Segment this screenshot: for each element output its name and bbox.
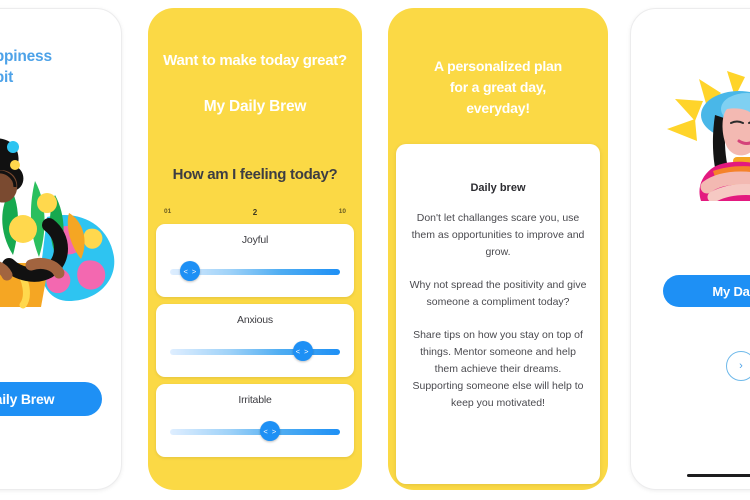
home-indicator <box>687 473 750 477</box>
app-screenshot-panel-home: My Daily › <box>630 8 750 490</box>
mood-slider-irritable[interactable]: < > <box>170 421 340 442</box>
panel2-title: Want to make today great? <box>163 52 347 69</box>
daily-brew-paragraph: Don't let challanges scare you, use them… <box>411 212 585 258</box>
slider-track[interactable] <box>170 429 340 435</box>
mood-slider-anxious[interactable]: < > <box>170 341 340 362</box>
panel3-heading-line1: A personalized plan <box>434 58 562 74</box>
mood-scale-labels: 01 2 10 <box>162 208 348 222</box>
mood-card-joyful: Joyful < > <box>156 224 354 297</box>
slider-thumb[interactable]: < > <box>292 341 313 361</box>
mood-label: Joyful <box>241 234 269 246</box>
panel1-heading-line1: happiness <box>0 48 52 65</box>
scale-max-label: 10 <box>338 208 346 215</box>
my-daily-brew-button[interactable]: aily Brew <box>0 382 102 416</box>
panel1-heading-line2: habit <box>0 68 14 86</box>
chevron-right-icon[interactable]: › <box>726 351 750 381</box>
woman-crossed-arms-sun-rays-illustration <box>661 71 750 203</box>
app-screenshot-panel-daily-plan: A personalized plan for a great day, eve… <box>388 8 608 490</box>
daily-brew-paragraph: Why not spread the positivity and give s… <box>409 279 587 308</box>
my-daily-brew-button[interactable]: My Daily <box>663 275 750 307</box>
mood-question: How am I feeling today? <box>172 166 338 183</box>
scale-min-label: 01 <box>164 208 172 215</box>
panel3-heading-line3: everyday! <box>466 100 530 116</box>
slider-thumb[interactable]: < > <box>260 421 281 441</box>
panel3-heading-line2: for a great day, <box>449 79 547 95</box>
daily-brew-card-body: Don't let challanges scare you, use them… <box>408 210 588 412</box>
panel3-heading: A personalized plan for a great day, eve… <box>402 56 594 119</box>
mood-label: Irritable <box>238 394 272 406</box>
person-holding-plant-pot-illustration <box>0 129 119 309</box>
mood-slider-joyful[interactable]: < > <box>170 261 340 282</box>
app-screenshot-panel-onboarding: happiness habit <box>0 8 122 490</box>
panel1-heading: happiness habit <box>0 47 121 89</box>
app-screenshot-panel-mood-check-in: Want to make today great? My Daily Brew … <box>148 8 362 490</box>
mood-card-irritable: Irritable < > <box>156 384 354 457</box>
panel2-subtitle: My Daily Brew <box>203 98 307 115</box>
mood-label: Anxious <box>237 314 273 326</box>
slider-thumb[interactable]: < > <box>180 261 201 281</box>
mood-card-anxious: Anxious < > <box>156 304 354 377</box>
screenshot-gallery: happiness habit <box>0 0 750 500</box>
daily-brew-card: Daily brew Don't let challanges scare yo… <box>396 144 600 484</box>
daily-brew-paragraph: Share tips on how you stay on top of thi… <box>412 329 584 409</box>
scale-mid-label: 2 <box>252 208 258 217</box>
slider-track[interactable] <box>170 349 340 355</box>
daily-brew-card-title: Daily brew <box>470 182 526 194</box>
